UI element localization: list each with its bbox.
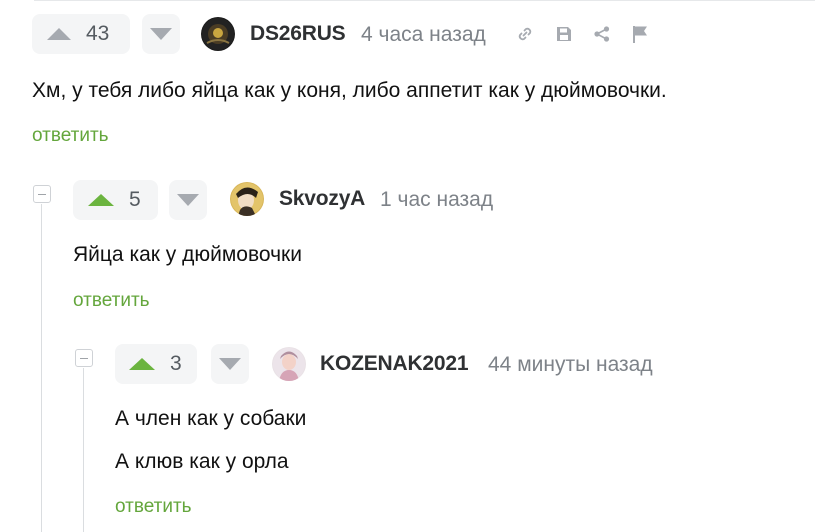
comment-text-line: А клюв как у орла bbox=[115, 450, 289, 473]
downvote-button[interactable] bbox=[142, 14, 180, 54]
save-icon[interactable] bbox=[555, 25, 573, 48]
link-icon[interactable] bbox=[516, 25, 534, 48]
upvote-arrow-icon bbox=[129, 358, 155, 370]
username[interactable]: SkvozyA bbox=[279, 187, 365, 211]
timestamp[interactable]: 1 час назад bbox=[380, 188, 493, 212]
comment-text: Хм, у тебя либо яйца как у коня, либо ап… bbox=[32, 79, 667, 102]
downvote-button[interactable] bbox=[211, 344, 249, 384]
comment-text-line: А член как у собаки bbox=[115, 407, 307, 430]
comment-text: Яйца как у дюймовочки bbox=[73, 243, 302, 266]
reply-link[interactable]: ответить bbox=[115, 496, 192, 518]
avatar[interactable] bbox=[230, 182, 264, 216]
timestamp[interactable]: 44 минуты назад bbox=[488, 353, 653, 377]
upvote-button[interactable]: 43 bbox=[32, 14, 130, 54]
username[interactable]: DS26RUS bbox=[250, 22, 346, 46]
flag-icon[interactable] bbox=[631, 25, 649, 48]
collapse-thread-button[interactable] bbox=[33, 185, 51, 203]
upvote-button[interactable]: 5 bbox=[73, 180, 158, 220]
upvote-arrow-icon bbox=[88, 194, 114, 206]
collapse-thread-button[interactable] bbox=[75, 349, 93, 367]
thread-line[interactable] bbox=[41, 204, 42, 532]
reply-link[interactable]: ответить bbox=[32, 125, 109, 147]
upvote-button[interactable]: 3 bbox=[115, 344, 197, 384]
timestamp[interactable]: 4 часа назад bbox=[361, 23, 486, 47]
rating-count: 5 bbox=[129, 188, 141, 211]
reply-link[interactable]: ответить bbox=[73, 290, 150, 312]
downvote-arrow-icon bbox=[177, 194, 199, 206]
top-divider bbox=[34, 0, 815, 1]
downvote-button[interactable] bbox=[169, 180, 207, 220]
downvote-arrow-icon bbox=[219, 358, 241, 370]
rating-count: 43 bbox=[86, 22, 110, 45]
thread-line[interactable] bbox=[83, 368, 84, 532]
avatar[interactable] bbox=[272, 347, 306, 381]
avatar[interactable] bbox=[201, 17, 235, 51]
username[interactable]: KOZENAK2021 bbox=[320, 352, 469, 376]
downvote-arrow-icon bbox=[150, 28, 172, 40]
rating-count: 3 bbox=[170, 352, 182, 375]
share-icon[interactable] bbox=[593, 25, 611, 48]
upvote-arrow-icon bbox=[47, 28, 71, 40]
